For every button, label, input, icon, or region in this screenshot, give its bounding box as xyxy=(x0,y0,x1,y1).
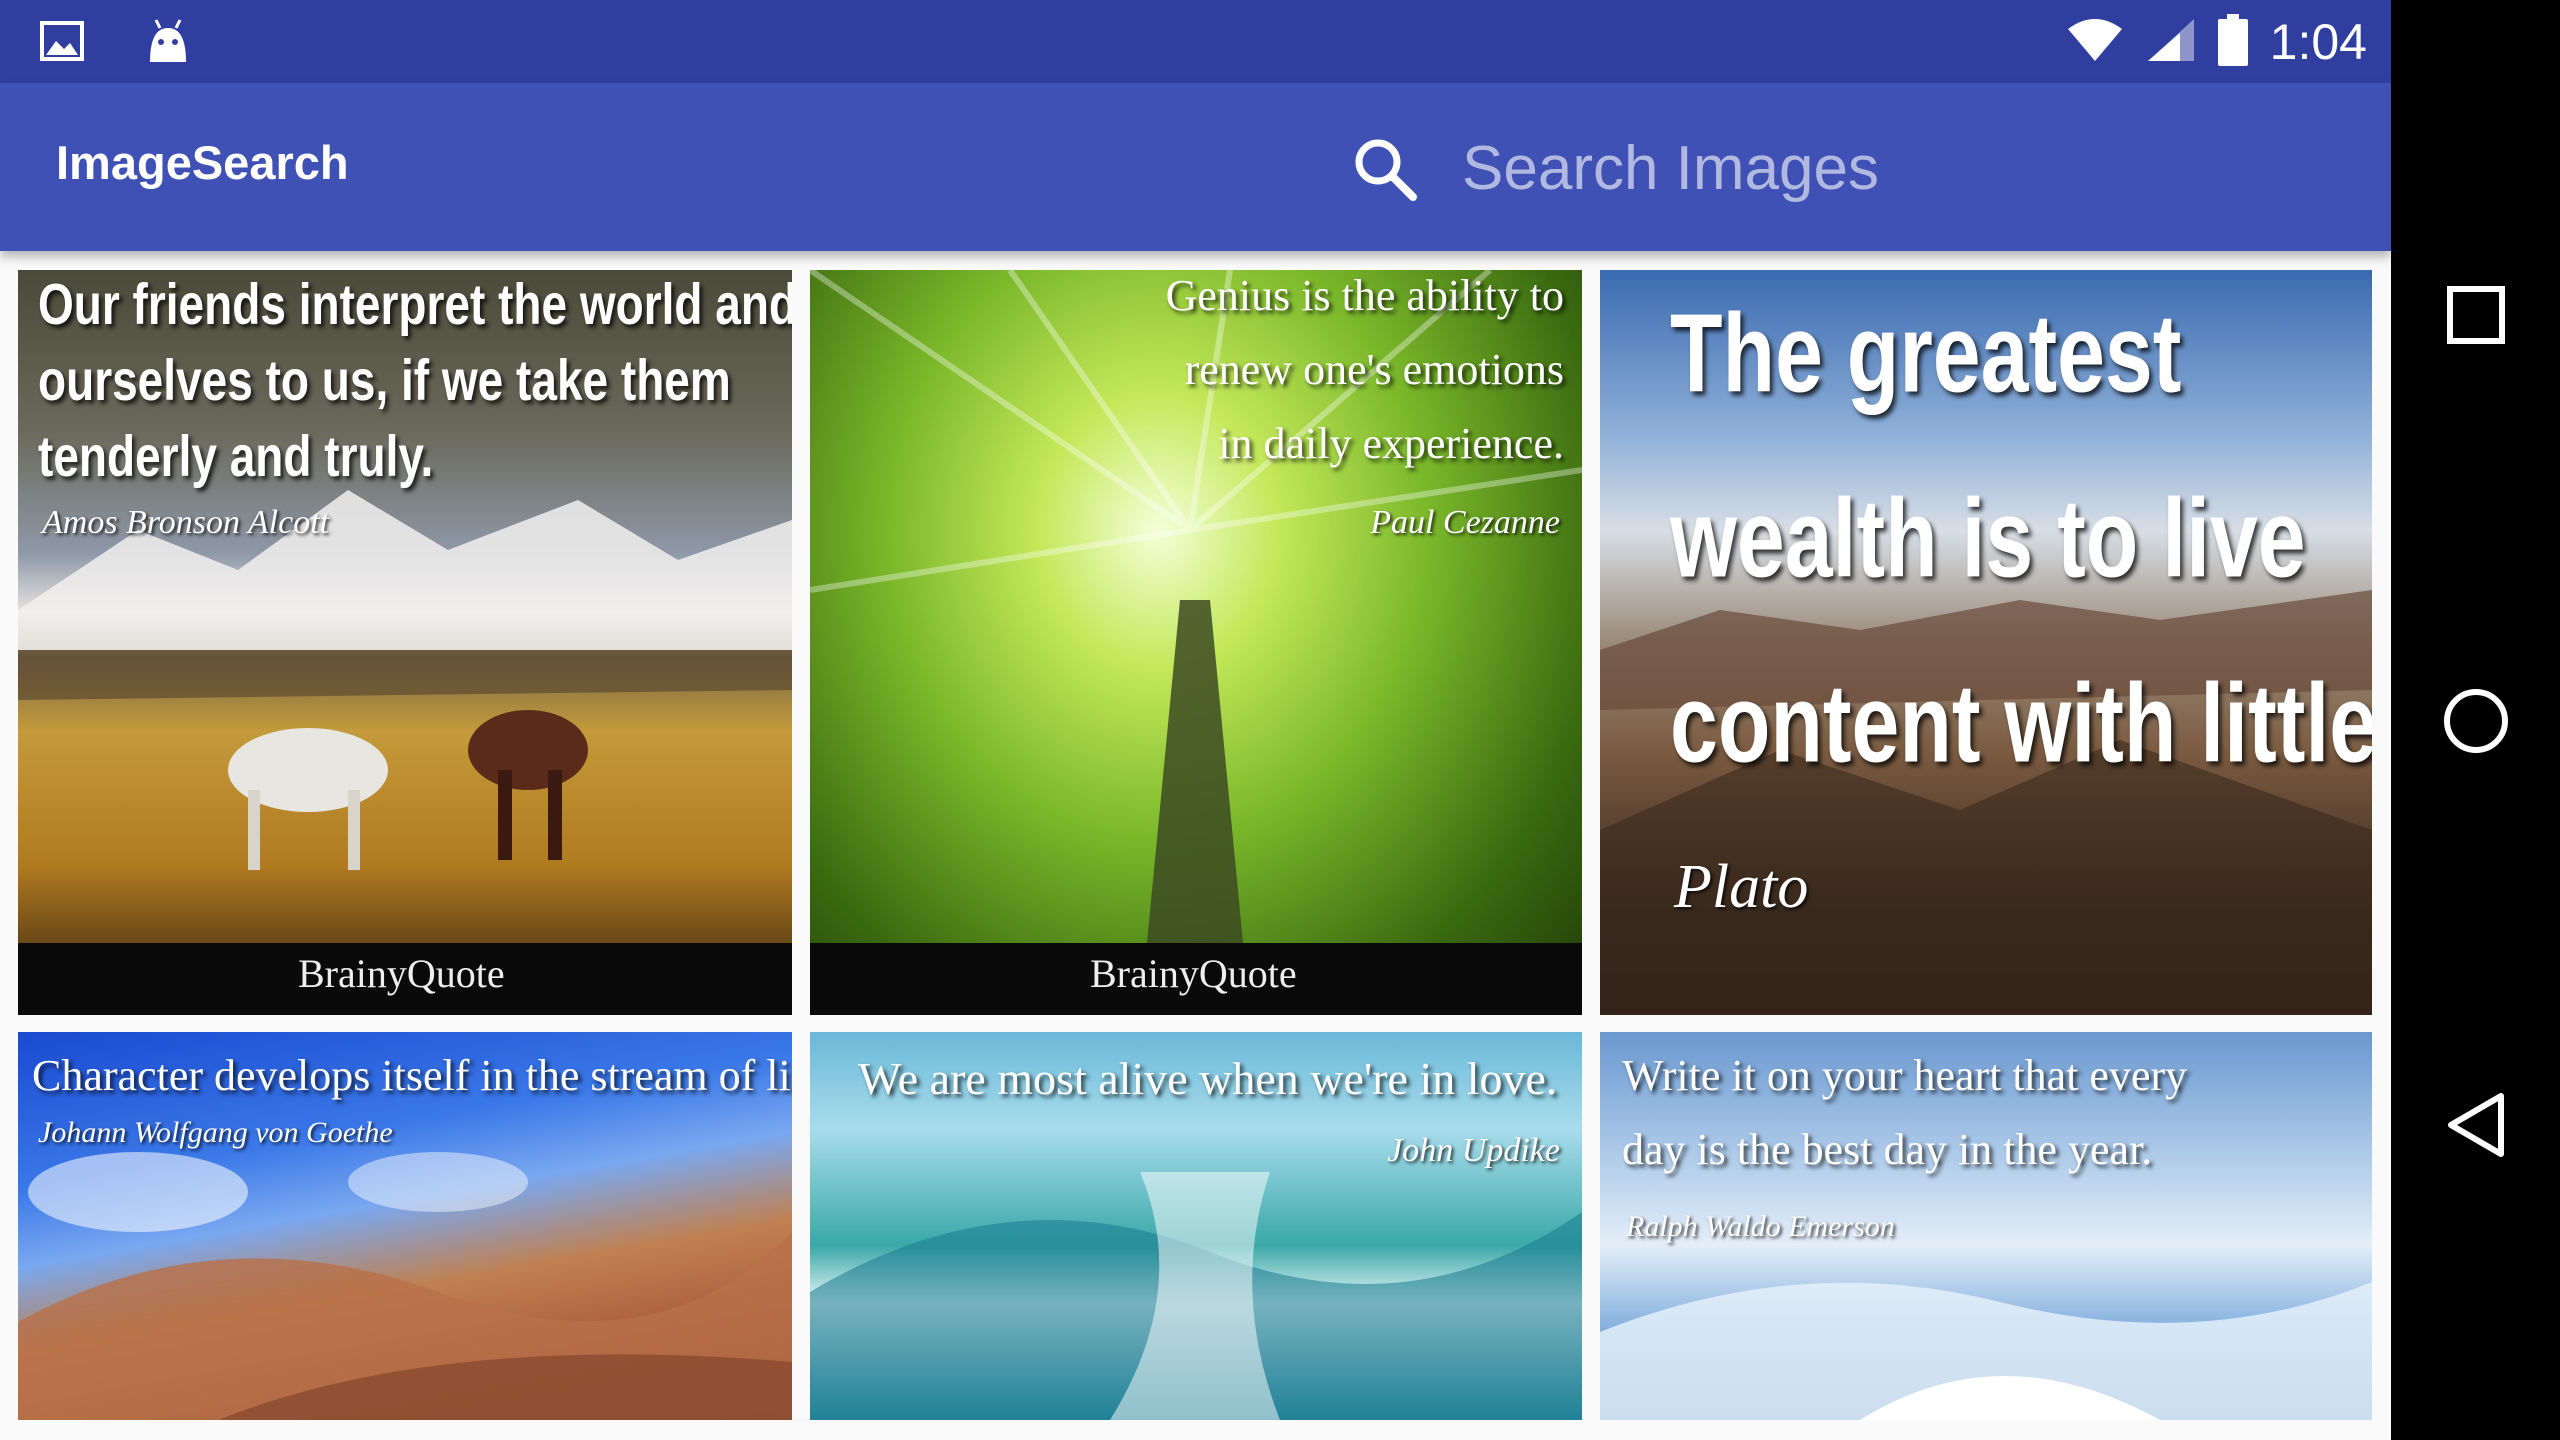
image-result-6[interactable]: Write it on your heart that every day is… xyxy=(1600,1032,2372,1420)
quote-line: Write it on your heart that every xyxy=(1622,1051,2188,1100)
recents-icon[interactable] xyxy=(2421,260,2531,370)
search-icon[interactable] xyxy=(1345,129,1425,209)
quote-line: Genius is the ability to xyxy=(1165,271,1564,320)
quote-author: Johann Wolfgang von Goethe xyxy=(38,1116,393,1149)
navigation-bar xyxy=(2391,0,2560,1440)
quote-author: John Updike xyxy=(1387,1132,1560,1169)
battery-icon xyxy=(2217,13,2248,71)
quote-line: The greatest xyxy=(1670,291,2182,417)
quote-author: Amos Bronson Alcott xyxy=(42,504,330,541)
home-icon[interactable] xyxy=(2421,666,2531,776)
quote-line: ourselves to us, if we take them xyxy=(38,347,731,413)
quote-line: wealth is to live xyxy=(1670,476,2306,602)
app-title: ImageSearch xyxy=(56,136,349,189)
brand-label: BrainyQuote xyxy=(1090,951,1297,996)
quote-line: We are most alive when we're in love. xyxy=(858,1053,1558,1104)
image-result-5[interactable]: We are most alive when we're in love. Jo… xyxy=(810,1032,1582,1420)
gallery-icon xyxy=(40,21,84,66)
android-icon xyxy=(146,18,190,69)
quote-line: Character develops itself in the stream … xyxy=(32,1051,792,1100)
quote-line: tenderly and truly. xyxy=(38,423,434,489)
image-result-4[interactable]: Character develops itself in the stream … xyxy=(18,1032,792,1420)
back-icon[interactable] xyxy=(2421,1070,2531,1180)
status-time: 1:04 xyxy=(2269,14,2367,70)
quote-line: Our friends interpret the world and xyxy=(38,271,792,337)
search-input[interactable] xyxy=(1462,123,2362,213)
quote-author: Plato xyxy=(1674,853,1809,921)
quote-line: day is the best day in the year. xyxy=(1622,1125,2153,1174)
quote-line: in daily experience. xyxy=(1218,419,1564,468)
app-screen: 1:04 ImageSearch Our xyxy=(0,0,2391,1440)
image-result-3[interactable]: The greatest wealth is to live content w… xyxy=(1600,270,2372,1015)
quote-author: Ralph Waldo Emerson xyxy=(1626,1210,1895,1243)
signal-icon xyxy=(2146,17,2196,68)
image-result-2[interactable]: Genius is the ability to renew one's emo… xyxy=(810,270,1582,1015)
image-results-grid: Our friends interpret the world and ours… xyxy=(0,251,2391,1440)
quote-line: content with little. xyxy=(1670,661,2372,787)
status-bar: 1:04 xyxy=(0,0,2391,83)
quote-author: Paul Cezanne xyxy=(1370,504,1560,541)
wifi-icon xyxy=(2066,17,2124,68)
quote-line: renew one's emotions xyxy=(1184,345,1564,394)
brand-label: BrainyQuote xyxy=(298,951,505,996)
image-result-1[interactable]: Our friends interpret the world and ours… xyxy=(18,270,792,1015)
app-bar: ImageSearch xyxy=(0,83,2391,251)
